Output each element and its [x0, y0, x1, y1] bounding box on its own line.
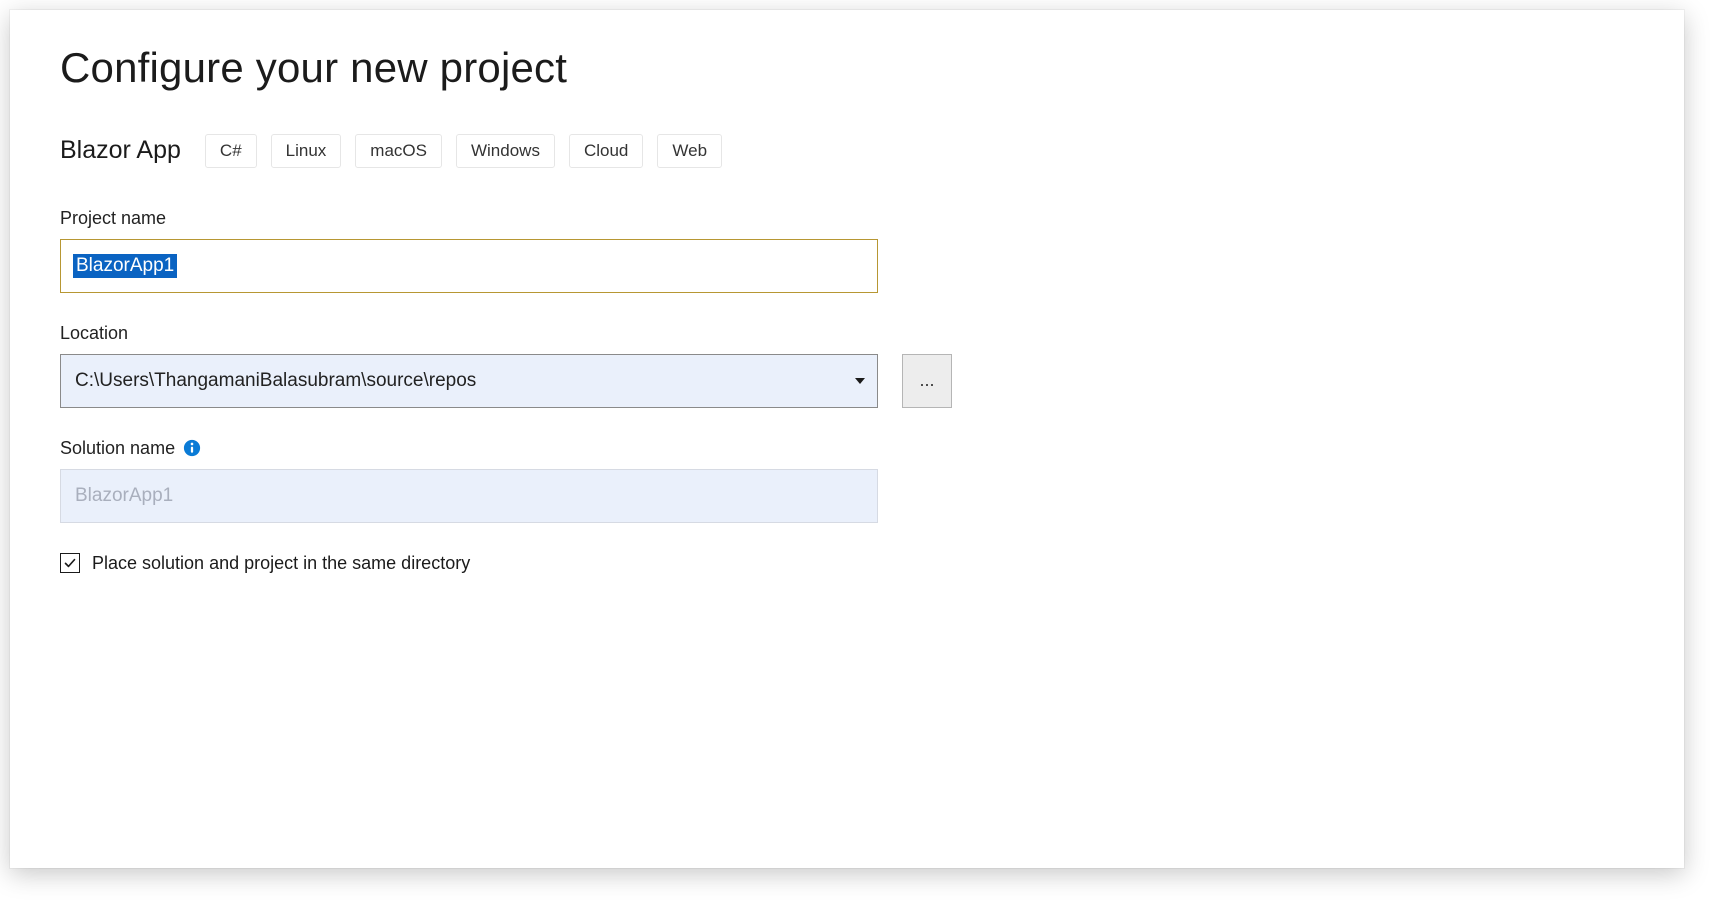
template-name: Blazor App — [60, 136, 181, 165]
project-name-label: Project name — [60, 208, 1634, 229]
template-row: Blazor App C# Linux macOS Windows Cloud … — [60, 134, 1634, 168]
tag-windows: Windows — [456, 134, 555, 168]
browse-button-label: ... — [919, 370, 934, 391]
tag-macos: macOS — [355, 134, 442, 168]
info-icon[interactable] — [183, 439, 201, 457]
browse-button[interactable]: ... — [902, 354, 952, 408]
location-combobox[interactable]: C:\Users\ThangamaniBalasubram\source\rep… — [60, 354, 878, 408]
location-label: Location — [60, 323, 1634, 344]
check-icon — [64, 557, 76, 569]
location-value: C:\Users\ThangamaniBalasubram\source\rep… — [75, 370, 476, 392]
project-name-input[interactable]: BlazorApp1 — [60, 239, 878, 293]
solution-name-label: Solution name — [60, 438, 175, 459]
project-name-selected-text: BlazorApp1 — [73, 254, 177, 278]
configure-project-dialog: Configure your new project Blazor App C#… — [10, 10, 1684, 868]
tag-cloud: Cloud — [569, 134, 643, 168]
same-directory-label: Place solution and project in the same d… — [92, 553, 470, 574]
tag-csharp: C# — [205, 134, 257, 168]
tag-web: Web — [657, 134, 722, 168]
same-directory-checkbox[interactable] — [60, 553, 80, 573]
chevron-down-icon — [855, 378, 865, 384]
solution-name-value: BlazorApp1 — [75, 485, 173, 507]
page-title: Configure your new project — [60, 44, 1634, 92]
tag-linux: Linux — [271, 134, 342, 168]
solution-name-input: BlazorApp1 — [60, 469, 878, 523]
